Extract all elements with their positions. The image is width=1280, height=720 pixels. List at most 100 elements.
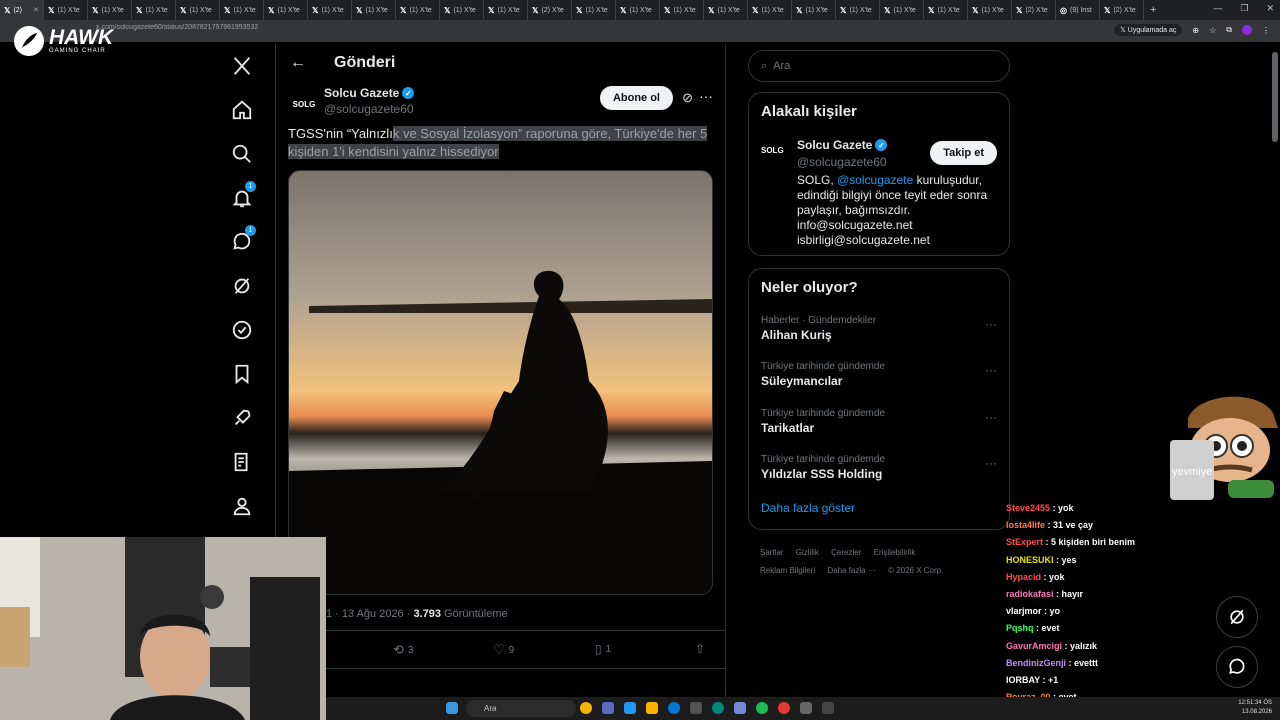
restore-icon[interactable]: ❐	[1240, 3, 1248, 14]
follow-button[interactable]: Takip et	[930, 141, 997, 165]
browser-tab[interactable]: 𝕏 (1) X'te	[264, 0, 308, 20]
trend-item[interactable]: Türkiye tarihinde gündemde Tarikatlar ··…	[761, 408, 997, 435]
menu-icon[interactable]: ⋮	[1262, 26, 1270, 35]
browser-tab[interactable]: 𝕏 (1) X'te	[616, 0, 660, 20]
chrome-alt-icon[interactable]	[778, 702, 790, 714]
browser-tab[interactable]: 𝕏 (1) X'te	[572, 0, 616, 20]
footer-link[interactable]: Erişilebilirlik	[874, 548, 916, 557]
open-in-app-button[interactable]: 𝕏 Uygulamada aç	[1114, 24, 1183, 36]
nav-bookmarks[interactable]	[220, 352, 264, 396]
chat-username[interactable]: radiokafasi	[1006, 589, 1054, 599]
grok-explain-icon[interactable]: ⊘	[682, 90, 693, 106]
browser-tab[interactable]: 𝕏 (2) X'te	[1012, 0, 1056, 20]
steam-icon[interactable]	[800, 702, 812, 714]
browser-tab[interactable]: 𝕏 (1) X'te	[484, 0, 528, 20]
messages-float-button[interactable]	[1216, 646, 1258, 688]
chat-username[interactable]: BendinizGenji	[1006, 658, 1066, 668]
share-button[interactable]: ⇧	[695, 642, 705, 656]
copilot-icon[interactable]	[624, 702, 636, 714]
whatsapp-icon[interactable]	[712, 702, 724, 714]
spotify-icon[interactable]	[756, 702, 768, 714]
chat-username[interactable]: losta4life	[1006, 520, 1045, 530]
new-tab-icon[interactable]: +	[1144, 4, 1162, 16]
browser-tab[interactable]: 𝕏 (1) X'te	[792, 0, 836, 20]
app-icon[interactable]	[602, 702, 614, 714]
trend-more-icon[interactable]: ···	[985, 410, 997, 424]
post-image[interactable]	[288, 170, 713, 595]
chat-username[interactable]: GavurAmcigi	[1006, 641, 1062, 651]
browser-tab[interactable]: 𝕏 (1) X'te	[968, 0, 1012, 20]
trend-item[interactable]: Haberler · Gündemdekiler Alihan Kuriş ··…	[761, 315, 997, 342]
scrollbar[interactable]	[1272, 52, 1278, 142]
folder-icon[interactable]	[646, 702, 658, 714]
nav-home[interactable]	[220, 88, 264, 132]
browser-tab[interactable]: 𝕏 (1) X'te	[44, 0, 88, 20]
profile-icon[interactable]	[1242, 25, 1252, 35]
minimize-icon[interactable]: —	[1213, 3, 1222, 14]
tab-close-icon[interactable]: ✕	[33, 6, 39, 14]
browser-tab[interactable]: 𝕏 (2) ✕	[0, 0, 44, 20]
browser-tab[interactable]: 𝕏 (1) X'te	[440, 0, 484, 20]
post-timestamp[interactable]: 1 · 13 Ağu 2026 ·	[326, 608, 413, 620]
x-logo-link[interactable]	[220, 44, 264, 88]
system-tray[interactable]: 12:51:34 ÖS 13.08.2026	[1238, 699, 1272, 717]
nav-lists[interactable]	[220, 440, 264, 484]
browser-tab[interactable]: 𝕏 (1) X'te	[880, 0, 924, 20]
browser-tab[interactable]: 𝕏 (1) X'te	[308, 0, 352, 20]
browser-tab[interactable]: 𝕏 (1) X'te	[220, 0, 264, 20]
close-window-icon[interactable]: ✕	[1266, 3, 1274, 14]
nav-notifications[interactable]: 1	[220, 176, 264, 220]
browser-tab[interactable]: 𝕏 (1) X'te	[924, 0, 968, 20]
chat-username[interactable]: Steve2455	[1006, 503, 1050, 513]
trend-more-icon[interactable]: ···	[985, 317, 997, 331]
bookmark-button[interactable]: ▯ 1	[595, 642, 611, 656]
browser-tab[interactable]: 𝕏 (2) X'te	[528, 0, 572, 20]
footer-link[interactable]: Gizlilik	[796, 548, 819, 557]
chat-username[interactable]: StExpert	[1006, 537, 1043, 547]
author-avatar[interactable]: SOLG	[288, 88, 320, 120]
trend-item[interactable]: Türkiye tarihinde gündemde Yıldızlar SSS…	[761, 454, 997, 481]
browser-tab[interactable]: 𝕏 (1) X'te	[748, 0, 792, 20]
nav-profile[interactable]	[220, 484, 264, 528]
chat-username[interactable]: Pqshq	[1006, 623, 1034, 633]
url-text[interactable]: x.com/solcugazete60/status/2087821797961…	[96, 24, 258, 31]
taskbar-search[interactable]: Ara	[466, 700, 576, 717]
related-name-row[interactable]: Solcu Gazete ✓	[797, 138, 888, 152]
browser-tab[interactable]: 𝕏 (1) X'te	[396, 0, 440, 20]
nav-messages[interactable]: 1	[220, 220, 264, 264]
browser-tab[interactable]: 𝕏 (1) X'te	[88, 0, 132, 20]
browser-tab[interactable]: ◎ (9) Inst	[1056, 0, 1100, 20]
related-avatar[interactable]: SOLG	[761, 146, 784, 155]
obs-icon[interactable]	[822, 702, 834, 714]
chrome-icon[interactable]	[580, 702, 592, 714]
more-options-icon[interactable]: ···	[699, 88, 713, 104]
footer-link[interactable]: Şartlar	[760, 548, 784, 557]
terminal-icon[interactable]	[690, 702, 702, 714]
nav-explore[interactable]	[220, 132, 264, 176]
nav-grok[interactable]	[220, 264, 264, 308]
chat-username[interactable]: vlarjmor	[1006, 606, 1042, 616]
author-handle[interactable]: @solcugazete60	[324, 102, 414, 116]
related-handle[interactable]: @solcugazete60	[797, 155, 887, 169]
like-button[interactable]: ♡ 9	[493, 642, 514, 658]
chat-username[interactable]: IORBAY	[1006, 675, 1040, 685]
chat-username[interactable]: Hypacid	[1006, 572, 1041, 582]
trend-more-icon[interactable]: ···	[985, 363, 997, 377]
browser-tab[interactable]: 𝕏 (1) X'te	[352, 0, 396, 20]
bio-mention-link[interactable]: @solcugazete	[837, 173, 913, 187]
show-more-link[interactable]: Daha fazla göster	[761, 501, 855, 515]
search-input[interactable]: Ara	[773, 60, 790, 72]
grok-float-button[interactable]	[1216, 596, 1258, 638]
discord-icon[interactable]	[734, 702, 746, 714]
nav-premium[interactable]	[220, 308, 264, 352]
search-bar[interactable]: ⌕ Ara	[748, 50, 1010, 82]
back-arrow-icon[interactable]: ←	[290, 54, 306, 72]
chat-username[interactable]: HONESUKI	[1006, 555, 1054, 565]
browser-tab[interactable]: 𝕏 (2) X'te	[1100, 0, 1144, 20]
trend-more-icon[interactable]: ···	[985, 456, 997, 470]
extensions-icon[interactable]: ⧉	[1226, 25, 1232, 35]
retweet-button[interactable]: ⟲ 3	[393, 642, 413, 658]
windows-start-icon[interactable]	[446, 702, 458, 714]
zoom-icon[interactable]: ⊕	[1192, 26, 1199, 35]
address-bar[interactable]: x.com/solcugazete60/status/2087821797961…	[0, 20, 1280, 42]
